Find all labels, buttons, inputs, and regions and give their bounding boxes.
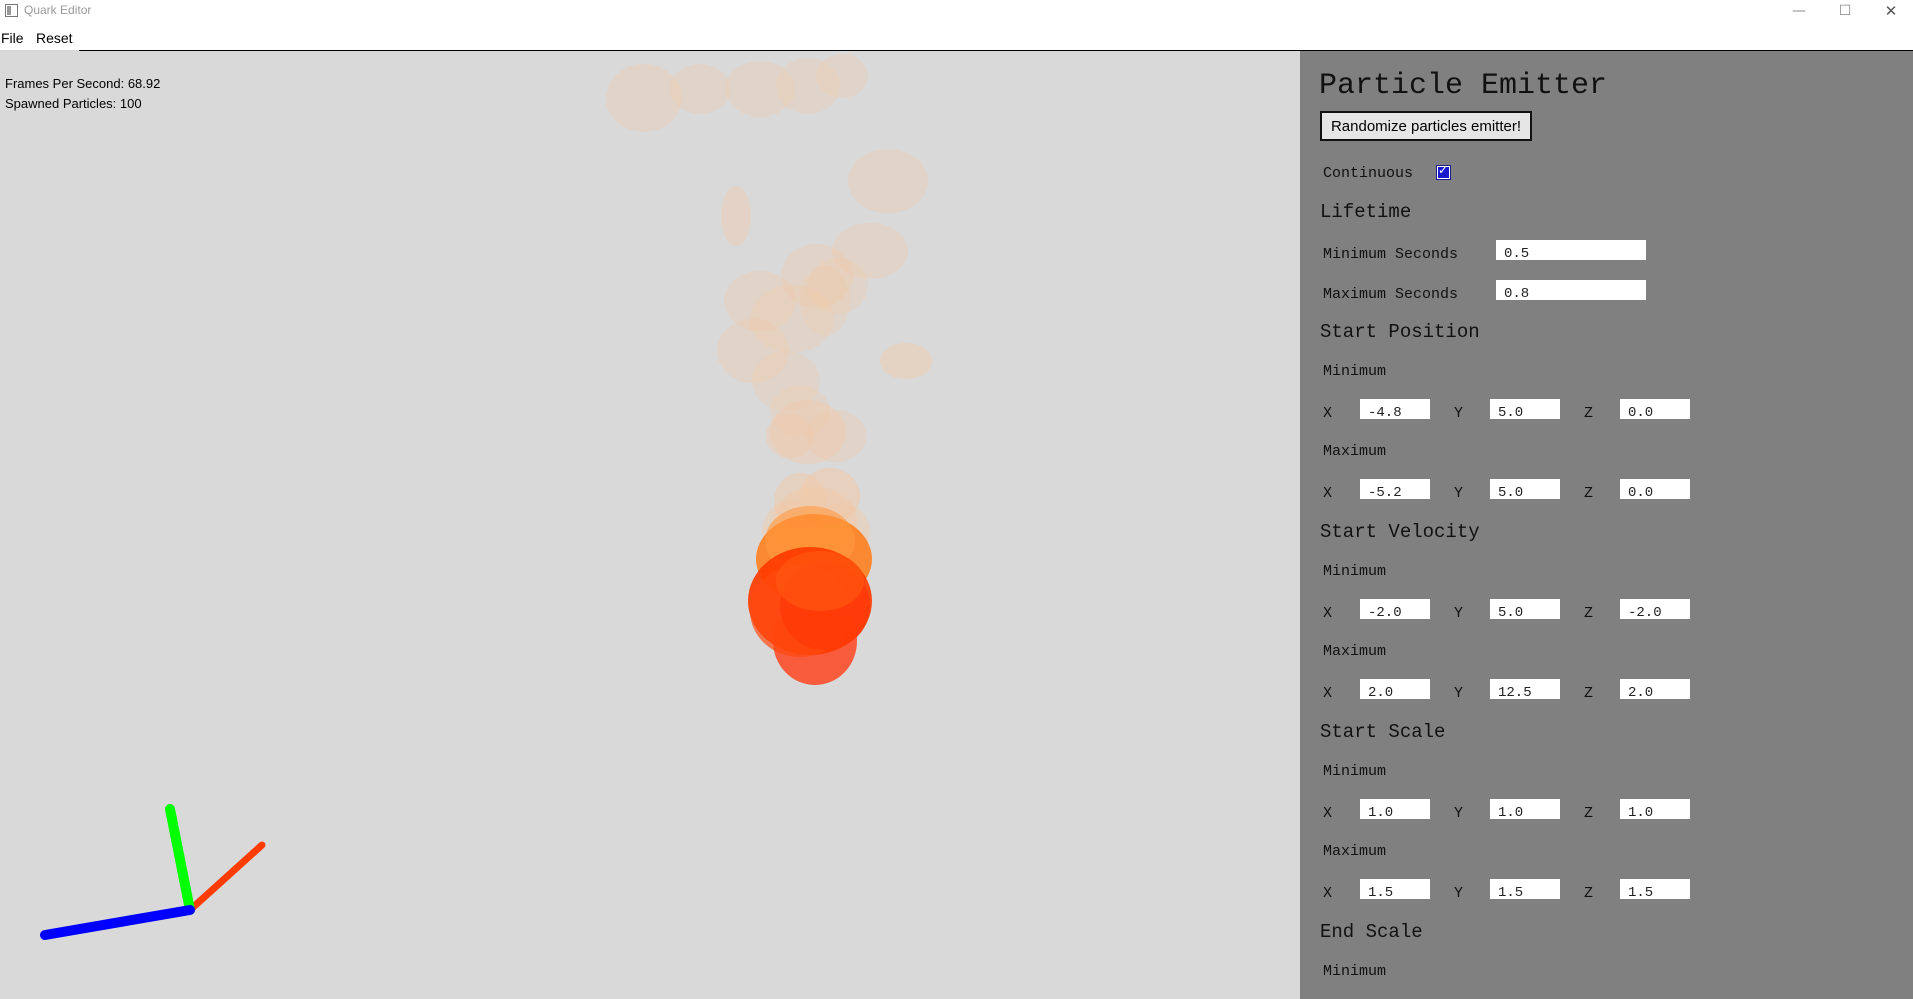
start-scale-max-label: Maximum xyxy=(1323,843,1387,860)
axis-y-label: Y xyxy=(1454,405,1464,422)
start-velocity-min-z-input[interactable]: -2.0 xyxy=(1620,599,1690,619)
smoke-particles xyxy=(606,54,932,561)
axis-z-label: Z xyxy=(1584,805,1594,822)
minimize-button[interactable]: — xyxy=(1776,0,1822,25)
check-icon: ✓ xyxy=(1438,163,1449,177)
start-scale-max-y-input[interactable]: 1.5 xyxy=(1490,879,1560,899)
randomize-emitter-button[interactable]: Randomize particles emitter! xyxy=(1320,111,1532,141)
start-position-min-x-input[interactable]: -4.8 xyxy=(1360,399,1430,419)
lifetime-heading: Lifetime xyxy=(1320,201,1412,223)
start-position-max-label: Maximum xyxy=(1323,443,1387,460)
particle-render xyxy=(40,54,932,940)
start-scale-min-x-input[interactable]: 1.0 xyxy=(1360,799,1430,819)
title-bar: Quark Editor — ☐ ✕ xyxy=(0,0,1913,25)
axis-x-label: X xyxy=(1323,485,1333,502)
menu-file[interactable]: File xyxy=(1,30,24,46)
start-scale-max-x-input[interactable]: 1.5 xyxy=(1360,879,1430,899)
axis-gizmo xyxy=(40,804,266,940)
fire-particles xyxy=(748,506,872,685)
axis-z-label: Z xyxy=(1584,685,1594,702)
axis-y-label: Y xyxy=(1454,685,1464,702)
axis-y-label: Y xyxy=(1454,605,1464,622)
start-position-min-y-input[interactable]: 5.0 xyxy=(1490,399,1560,419)
particle-emitter-panel: Particle Emitter Randomize particles emi… xyxy=(1300,51,1913,999)
start-velocity-min-x-input[interactable]: -2.0 xyxy=(1360,599,1430,619)
menu-bar: File Reset xyxy=(0,25,1913,50)
end-scale-min-label: Minimum xyxy=(1323,963,1387,980)
close-button[interactable]: ✕ xyxy=(1868,0,1913,25)
axis-x-label: X xyxy=(1323,405,1333,422)
axis-x-label: X xyxy=(1323,605,1333,622)
axis-z-label: Z xyxy=(1584,405,1594,422)
scene-viewport[interactable]: Frames Per Second: 68.92 Spawned Particl… xyxy=(0,51,1300,999)
window-title: Quark Editor xyxy=(24,3,92,17)
axis-x-label: X xyxy=(1323,885,1333,902)
axis-y-label: Y xyxy=(1454,805,1464,822)
start-velocity-min-y-input[interactable]: 5.0 xyxy=(1490,599,1560,619)
axis-y-label: Y xyxy=(1454,885,1464,902)
start-position-max-x-input[interactable]: -5.2 xyxy=(1360,479,1430,499)
start-velocity-max-label: Maximum xyxy=(1323,643,1387,660)
start-velocity-max-y-input[interactable]: 12.5 xyxy=(1490,679,1560,699)
start-position-min-label: Minimum xyxy=(1323,363,1387,380)
continuous-label: Continuous xyxy=(1323,165,1414,182)
axis-z-label: Z xyxy=(1584,485,1594,502)
start-position-min-z-input[interactable]: 0.0 xyxy=(1620,399,1690,419)
axis-y-label: Y xyxy=(1454,485,1464,502)
start-position-max-y-input[interactable]: 5.0 xyxy=(1490,479,1560,499)
max-seconds-input[interactable]: 0.8 xyxy=(1496,280,1646,300)
start-position-heading: Start Position xyxy=(1320,321,1480,343)
start-velocity-max-z-input[interactable]: 2.0 xyxy=(1620,679,1690,699)
start-scale-min-label: Minimum xyxy=(1323,763,1387,780)
start-velocity-heading: Start Velocity xyxy=(1320,521,1480,543)
start-scale-min-z-input[interactable]: 1.0 xyxy=(1620,799,1690,819)
menu-reset[interactable]: Reset xyxy=(36,30,73,46)
continuous-checkbox[interactable]: ✓ xyxy=(1436,163,1451,180)
min-seconds-input[interactable]: 0.5 xyxy=(1496,240,1646,260)
start-scale-heading: Start Scale xyxy=(1320,721,1446,743)
app-window-icon xyxy=(5,4,18,17)
maximize-button[interactable]: ☐ xyxy=(1822,0,1868,25)
start-scale-min-y-input[interactable]: 1.0 xyxy=(1490,799,1560,819)
start-velocity-max-x-input[interactable]: 2.0 xyxy=(1360,679,1430,699)
start-position-max-z-input[interactable]: 0.0 xyxy=(1620,479,1690,499)
max-seconds-label: Maximum Seconds xyxy=(1323,286,1459,303)
axis-x-label: X xyxy=(1323,685,1333,702)
axis-x-label: X xyxy=(1323,805,1333,822)
fps-readout: Frames Per Second: 68.92 xyxy=(5,76,161,91)
axis-z-label: Z xyxy=(1584,885,1594,902)
end-scale-heading: End Scale xyxy=(1320,921,1423,943)
start-velocity-min-label: Minimum xyxy=(1323,563,1387,580)
x-axis-line xyxy=(186,841,266,914)
min-seconds-label: Minimum Seconds xyxy=(1323,246,1459,263)
start-scale-max-z-input[interactable]: 1.5 xyxy=(1620,879,1690,899)
panel-title: Particle Emitter xyxy=(1319,69,1608,103)
spawned-count-readout: Spawned Particles: 100 xyxy=(5,96,142,111)
axis-z-label: Z xyxy=(1584,605,1594,622)
z-axis-line xyxy=(40,905,195,940)
y-axis-line xyxy=(165,804,195,915)
